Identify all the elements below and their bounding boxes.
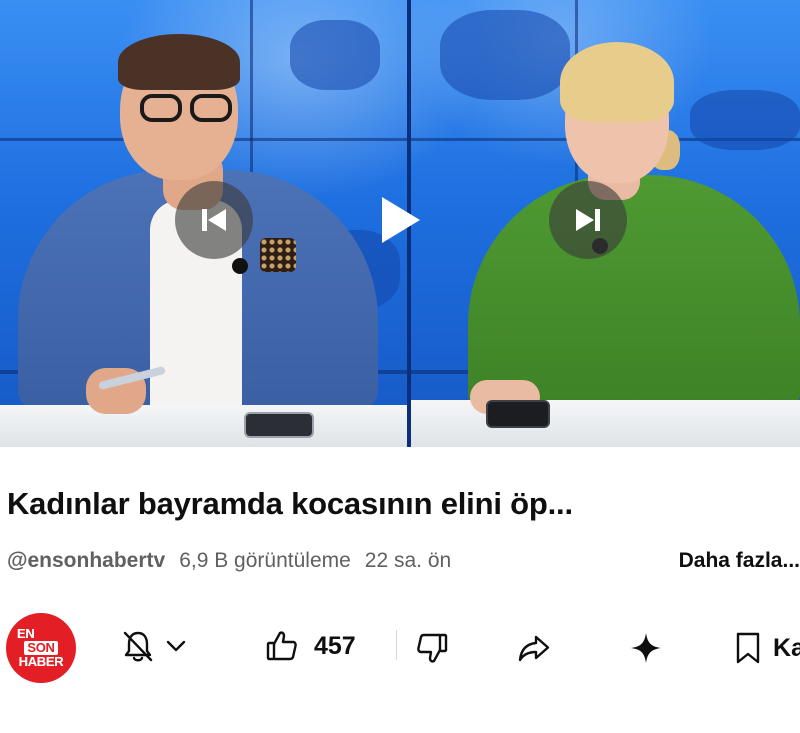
avatar-text-son: SON	[24, 641, 58, 655]
presenter-left-glasses	[134, 94, 236, 124]
avatar-text-en: EN	[17, 626, 35, 641]
chevron-down-icon	[166, 640, 186, 652]
backdrop-map-shape	[690, 90, 800, 150]
view-count: 6,9 B görüntüleme	[179, 549, 351, 572]
video-player[interactable]	[0, 0, 800, 447]
desk-right	[411, 400, 800, 447]
phone-right	[486, 400, 550, 428]
subscription-bell-button[interactable]	[120, 628, 188, 664]
thumbs-up-icon	[266, 631, 297, 661]
skip-previous-icon	[202, 209, 226, 231]
presenter-left-hair	[118, 34, 240, 90]
save-button[interactable]: Ka	[733, 630, 800, 666]
avatar-text-haber: HABER	[18, 654, 64, 669]
skip-next-icon	[576, 209, 600, 231]
previous-video-button[interactable]	[175, 181, 253, 259]
dislike-button[interactable]	[414, 630, 450, 666]
show-more-link[interactable]: Daha fazla...	[648, 549, 800, 573]
channel-avatar[interactable]: EN SON HABER	[6, 613, 76, 683]
sparkle-icon	[631, 633, 661, 663]
desk-left	[0, 405, 407, 447]
next-video-button[interactable]	[549, 181, 627, 259]
play-button[interactable]	[368, 188, 432, 252]
backdrop-map-shape	[290, 20, 380, 90]
like-count: 457	[314, 631, 356, 660]
share-icon	[518, 635, 550, 662]
video-meta-row[interactable]: @ensonhabertv 6,9 B görüntüleme 22 sa. ön …	[7, 549, 800, 573]
play-icon	[382, 197, 420, 243]
share-button[interactable]	[516, 630, 552, 666]
thumbs-down-icon	[417, 633, 448, 663]
presenter-right-hair	[560, 42, 674, 122]
like-button[interactable]: 457	[264, 628, 356, 664]
channel-handle[interactable]: @ensonhabertv	[7, 549, 165, 572]
bell-off-icon	[123, 631, 153, 662]
upload-age: 22 sa. ön	[364, 549, 452, 572]
backdrop-line	[0, 138, 800, 141]
bookmark-icon	[736, 632, 760, 664]
remix-button[interactable]	[628, 630, 664, 666]
lapel-mic-left	[232, 258, 248, 274]
save-label: Ka	[773, 633, 800, 662]
video-title[interactable]: Kadınlar bayramda kocasının elini öp...	[7, 486, 573, 522]
backdrop-map-shape	[440, 10, 570, 100]
phone-left	[244, 412, 314, 438]
pocket-square	[260, 238, 296, 272]
like-dislike-divider	[396, 630, 397, 660]
